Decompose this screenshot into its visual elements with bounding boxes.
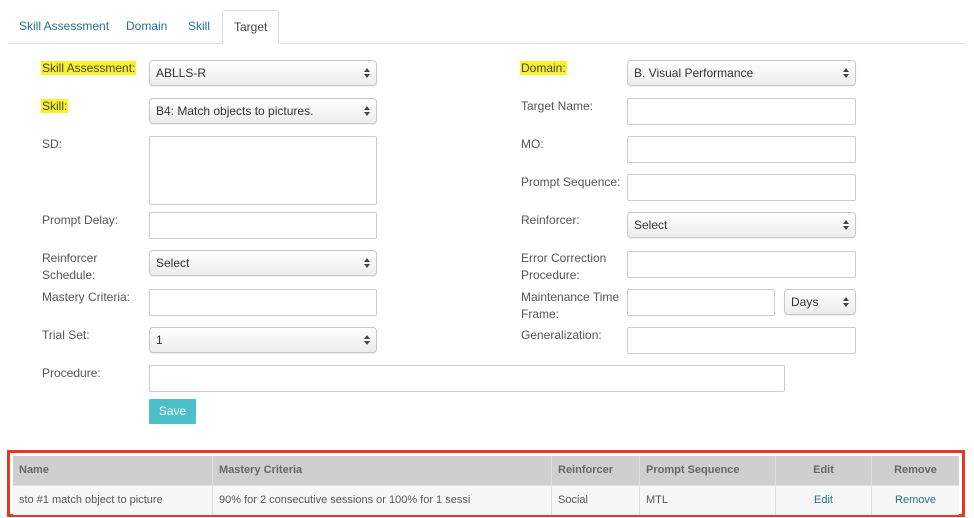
column-header-mastery-criteria: Mastery Criteria [213,456,552,485]
mastery-criteria-input[interactable] [149,289,377,316]
skill-label-text: Skill: [41,99,69,113]
reinforcer-schedule-label-line1: Reinforcer [42,251,98,265]
skill-select-value: B4: Match objects to pictures. [156,104,314,118]
reinforcer-schedule-select[interactable]: Select [149,250,377,276]
trial-set-select-value: 1 [156,333,163,347]
generalization-label: Generalization: [521,328,602,342]
tab-skill[interactable]: Skill [177,10,221,42]
reinforcer-schedule-select-value: Select [156,256,190,270]
prompt-sequence-input[interactable] [627,174,856,201]
row-prompt-sequence-cell: MTL [640,486,776,515]
domain-select-value: B. Visual Performance [634,66,754,80]
column-header-prompt-sequence: Prompt Sequence [640,456,776,485]
select-arrows-icon [364,258,370,268]
sd-label: SD: [42,137,63,151]
reinforcer-label: Reinforcer: [521,213,580,227]
reinforcer-schedule-label: Reinforcer Schedule: [42,250,97,284]
maintenance-time-frame-label-line2: Frame: [521,307,560,321]
tab-domain[interactable]: Domain [115,10,178,42]
select-arrows-icon [364,106,370,116]
prompt-sequence-label: Prompt Sequence: [521,175,621,189]
table-header-row: Name Mastery Criteria Reinforcer Prompt … [13,456,959,485]
save-button[interactable]: Save [149,399,196,424]
targets-table: Name Mastery Criteria Reinforcer Prompt … [7,450,965,517]
maintenance-time-frame-label-line1: Maintenance Time [521,290,620,304]
select-arrows-icon [843,220,849,230]
maintenance-unit-select-value: Days [791,295,819,309]
target-editor-page: Skill Assessment Domain Skill Target Ski… [0,0,974,518]
skill-assessment-select-value: ABLLS-R [156,66,207,80]
table-row: sto #1 match object to picture 90% for 2… [13,485,959,515]
error-correction-input[interactable] [627,251,856,278]
trial-set-select[interactable]: 1 [149,327,377,353]
column-header-edit: Edit [776,456,872,485]
row-mastery-criteria-cell: 90% for 2 consecutive sessions or 100% f… [213,486,552,515]
skill-assessment-label-text: Skill Assessment: [41,61,137,75]
domain-label-text: Domain: [520,61,567,75]
procedure-input[interactable] [149,365,785,392]
error-correction-label-line1: Error Correction [521,251,607,265]
tab-target[interactable]: Target [222,10,280,44]
select-arrows-icon [364,335,370,345]
target-name-input[interactable] [627,98,856,125]
procedure-label: Procedure: [42,366,101,380]
maintenance-unit-select[interactable]: Days [784,289,856,315]
target-name-label: Target Name: [521,99,594,113]
row-reinforcer-cell: Social [552,486,640,515]
error-correction-label: Error Correction Procedure: [521,250,606,284]
error-correction-label-line2: Procedure: [521,268,580,282]
skill-assessment-label: Skill Assessment: [41,60,137,77]
reinforcer-schedule-label-line2: Schedule: [42,268,96,282]
select-arrows-icon [843,68,849,78]
trial-set-label: Trial Set: [42,328,90,342]
row-edit-cell: Edit [776,486,872,515]
reinforcer-select-value: Select [634,218,668,232]
edit-link[interactable]: Edit [814,494,833,506]
column-header-reinforcer: Reinforcer [552,456,640,485]
skill-assessment-select[interactable]: ABLLS-R [149,60,377,86]
select-arrows-icon [364,68,370,78]
mo-input[interactable] [627,136,856,163]
skill-label: Skill: [41,98,69,115]
skill-select[interactable]: B4: Match objects to pictures. [149,98,377,124]
domain-select[interactable]: B. Visual Performance [627,60,856,86]
column-header-remove: Remove [894,464,937,476]
maintenance-time-frame-label: Maintenance Time Frame: [521,289,619,323]
select-arrows-icon [843,297,849,307]
mo-label: MO: [521,137,544,151]
remove-link[interactable]: Remove [895,494,936,506]
tab-skill-assessment[interactable]: Skill Assessment [8,10,120,42]
reinforcer-select[interactable]: Select [627,212,856,238]
generalization-input[interactable] [627,327,856,354]
sd-textarea[interactable] [149,136,377,205]
prompt-delay-input[interactable] [149,212,377,239]
row-remove-cell: Remove [872,486,959,515]
prompt-delay-label: Prompt Delay: [42,213,119,227]
maintenance-time-frame-input[interactable] [627,289,775,316]
mastery-criteria-label: Mastery Criteria: [42,290,131,304]
row-name-cell: sto #1 match object to picture [13,486,213,515]
domain-label: Domain: [520,60,567,77]
column-header-name: Name [13,456,213,485]
tab-bar: Skill Assessment Domain Skill Target [8,10,965,44]
